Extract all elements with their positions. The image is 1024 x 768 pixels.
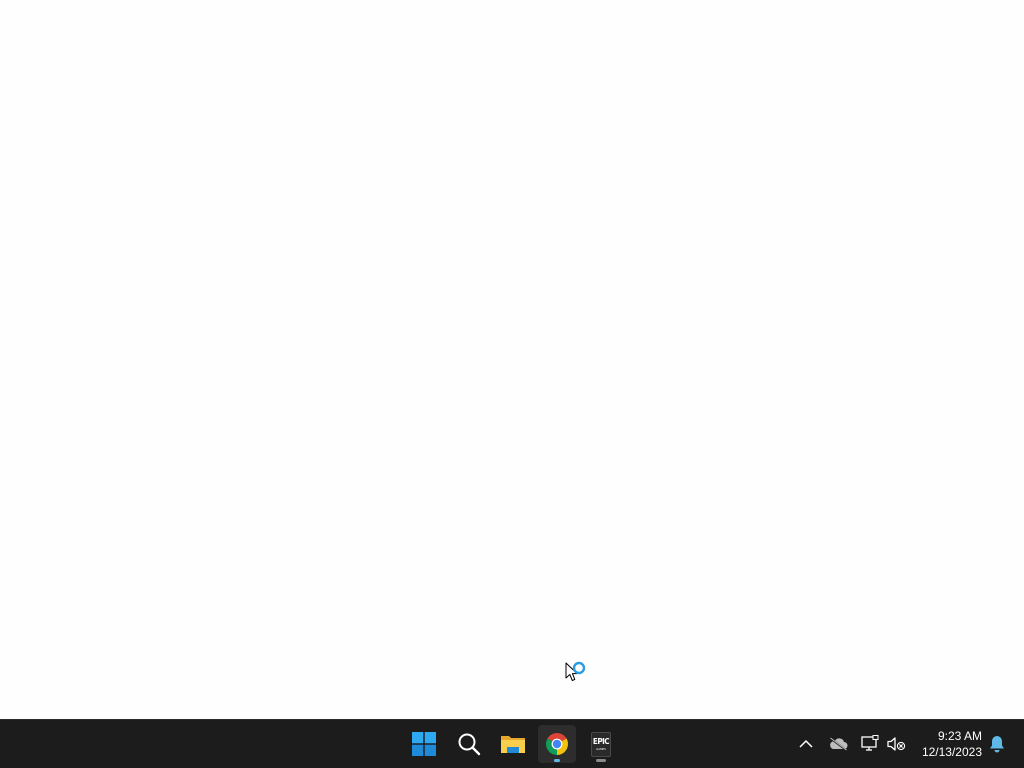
- volume-button[interactable]: [884, 732, 908, 756]
- file-explorer-button[interactable]: [494, 725, 532, 763]
- clock-time: 9:23 AM: [937, 729, 982, 743]
- search-icon: [458, 733, 481, 756]
- chrome-button[interactable]: [538, 725, 576, 763]
- taskbar: EPIC GAMES 9:23 AM 12/13/2023: [0, 719, 1024, 768]
- folder-icon: [501, 736, 525, 753]
- epic-games-button[interactable]: EPIC GAMES: [582, 725, 620, 763]
- clock[interactable]: 9:23 AM 12/13/2023: [922, 728, 982, 760]
- notification-center-button[interactable]: [985, 732, 1009, 756]
- search-button[interactable]: [450, 725, 488, 763]
- network-icon: [861, 735, 879, 751]
- desktop[interactable]: [0, 0, 1024, 719]
- chevron-up-icon: [799, 739, 813, 748]
- speaker-muted-icon: [887, 737, 906, 751]
- onedrive-button[interactable]: [826, 732, 850, 756]
- show-hidden-icons-button[interactable]: [794, 732, 818, 756]
- bell-icon: [990, 736, 1004, 753]
- busy-cursor-icon: [565, 661, 586, 681]
- clock-date: 12/13/2023: [921, 745, 982, 759]
- start-button[interactable]: [405, 725, 443, 763]
- windows-logo-icon: [412, 732, 436, 756]
- active-app-indicator: [554, 759, 560, 762]
- epic-games-icon: EPIC GAMES: [591, 731, 611, 757]
- open-app-indicator: [596, 759, 606, 762]
- chrome-icon: [546, 733, 568, 755]
- cloud-offline-icon: [829, 737, 848, 751]
- network-button[interactable]: [858, 732, 882, 756]
